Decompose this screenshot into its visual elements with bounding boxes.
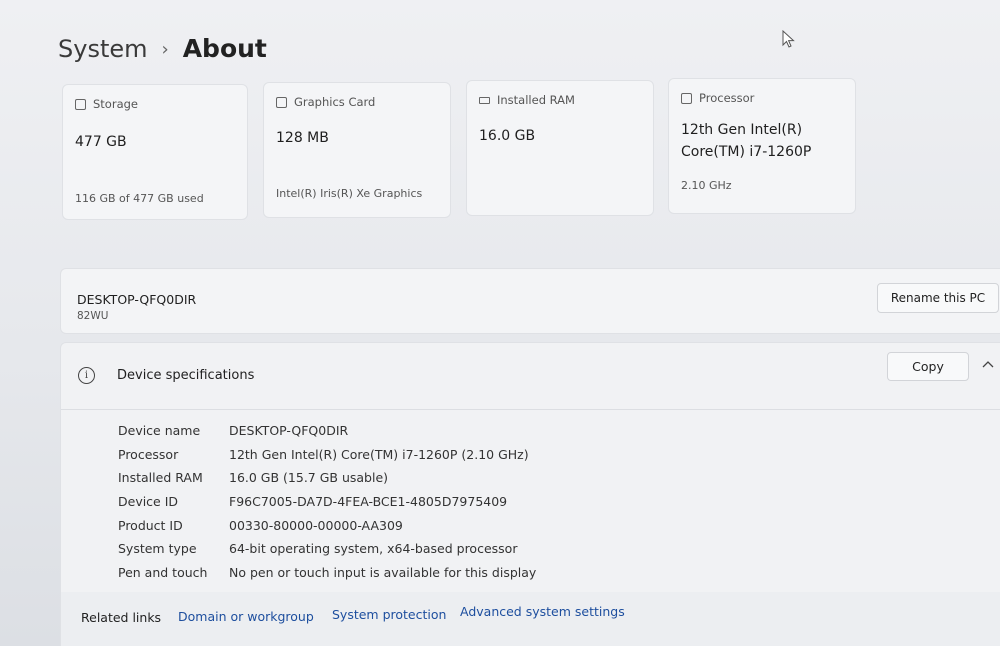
spec-row-processor: Processor 12th Gen Intel(R) Core(TM) i7-…	[118, 443, 536, 467]
processor-card-title: Processor	[699, 91, 755, 105]
storage-icon	[75, 98, 86, 110]
settings-about-page: System › About Storage 477 GB 116 GB of …	[0, 0, 1000, 646]
device-specifications-title: Device specifications	[117, 368, 255, 383]
spec-row-pen-and-touch: Pen and touch No pen or touch input is a…	[118, 561, 536, 585]
device-specifications-header[interactable]: i Device specifications Copy	[61, 343, 1000, 410]
spec-label: Processor	[118, 446, 179, 462]
breadcrumb-separator: ›	[161, 39, 169, 60]
installed-ram-card[interactable]: Installed RAM 16.0 GB	[466, 80, 654, 216]
spec-label: System type	[118, 541, 197, 557]
graphics-card-icon	[276, 96, 287, 108]
graphics-card-sub: Intel(R) Iris(R) Xe Graphics	[276, 187, 423, 200]
storage-card-sub: 116 GB of 477 GB used	[75, 192, 204, 205]
rename-pc-button[interactable]: Rename this PC	[877, 283, 999, 313]
breadcrumb: System › About	[58, 34, 267, 63]
spec-label: Device name	[118, 423, 201, 439]
info-icon: i	[78, 367, 95, 384]
spec-list: Device name DESKTOP-QFQ0DIR Processor 12…	[118, 419, 536, 584]
breadcrumb-system[interactable]: System	[58, 35, 148, 63]
system-protection-link[interactable]: System protection	[332, 607, 446, 622]
spec-row-installed-ram: Installed RAM 16.0 GB (15.7 GB usable)	[118, 466, 536, 490]
spec-row-system-type: System type 64-bit operating system, x64…	[118, 537, 536, 561]
spec-label: Pen and touch	[118, 564, 208, 580]
device-name: DESKTOP-QFQ0DIR	[77, 292, 197, 307]
spec-row-device-name: Device name DESKTOP-QFQ0DIR	[118, 419, 536, 443]
spec-value: 00330-80000-00000-AA309	[229, 517, 403, 533]
spec-row-device-id: Device ID F96C7005-DA7D-4FEA-BCE1-4805D7…	[118, 490, 536, 514]
spec-row-product-id: Product ID 00330-80000-00000-AA309	[118, 513, 536, 537]
processor-card[interactable]: Processor 12th Gen Intel(R) Core(TM) i7-…	[668, 78, 856, 214]
storage-card-title: Storage	[93, 97, 138, 111]
device-model: 82WU	[77, 310, 109, 322]
processor-card-sub: 2.10 GHz	[681, 179, 732, 192]
processor-card-value-line1: 12th Gen Intel(R)	[681, 122, 803, 138]
spec-label: Device ID	[118, 494, 179, 510]
spec-value: DESKTOP-QFQ0DIR	[229, 423, 349, 439]
ram-card-value: 16.0 GB	[479, 128, 536, 144]
copy-button[interactable]: Copy	[887, 352, 969, 381]
mouse-cursor-icon	[782, 30, 795, 48]
spec-label: Product ID	[118, 517, 183, 533]
device-specifications-panel: i Device specifications Copy Device name…	[60, 342, 1000, 594]
related-links-bar: Related links Domain or workgroup System…	[60, 592, 1000, 646]
processor-icon	[681, 92, 692, 104]
spec-value: 16.0 GB (15.7 GB usable)	[229, 470, 389, 486]
graphics-card-card[interactable]: Graphics Card 128 MB Intel(R) Iris(R) Xe…	[263, 82, 451, 218]
spec-value: F96C7005-DA7D-4FEA-BCE1-4805D7975409	[229, 494, 508, 510]
spec-value: No pen or touch input is available for t…	[229, 564, 537, 580]
spec-value: 12th Gen Intel(R) Core(TM) i7-1260P (2.1…	[229, 446, 529, 462]
graphics-card-title: Graphics Card	[294, 95, 376, 109]
domain-or-workgroup-link[interactable]: Domain or workgroup	[178, 609, 314, 624]
storage-card[interactable]: Storage 477 GB 116 GB of 477 GB used	[62, 84, 248, 220]
spec-value: 64-bit operating system, x64-based proce…	[229, 541, 518, 557]
graphics-card-value: 128 MB	[276, 130, 329, 146]
processor-card-value: 12th Gen Intel(R) Core(TM) i7-1260P	[681, 119, 846, 163]
processor-card-value-line2: Core(TM) i7-1260P	[681, 144, 812, 160]
ram-icon	[479, 96, 490, 104]
page-title: About	[182, 34, 267, 63]
storage-card-value: 477 GB	[75, 134, 127, 150]
chevron-up-icon[interactable]	[981, 359, 995, 369]
ram-card-title: Installed RAM	[497, 93, 575, 107]
spec-label: Installed RAM	[118, 470, 203, 486]
advanced-system-settings-link[interactable]: Advanced system settings	[460, 604, 625, 619]
device-name-panel: DESKTOP-QFQ0DIR 82WU Rename this PC	[60, 268, 1000, 334]
related-links-label: Related links	[81, 610, 162, 625]
